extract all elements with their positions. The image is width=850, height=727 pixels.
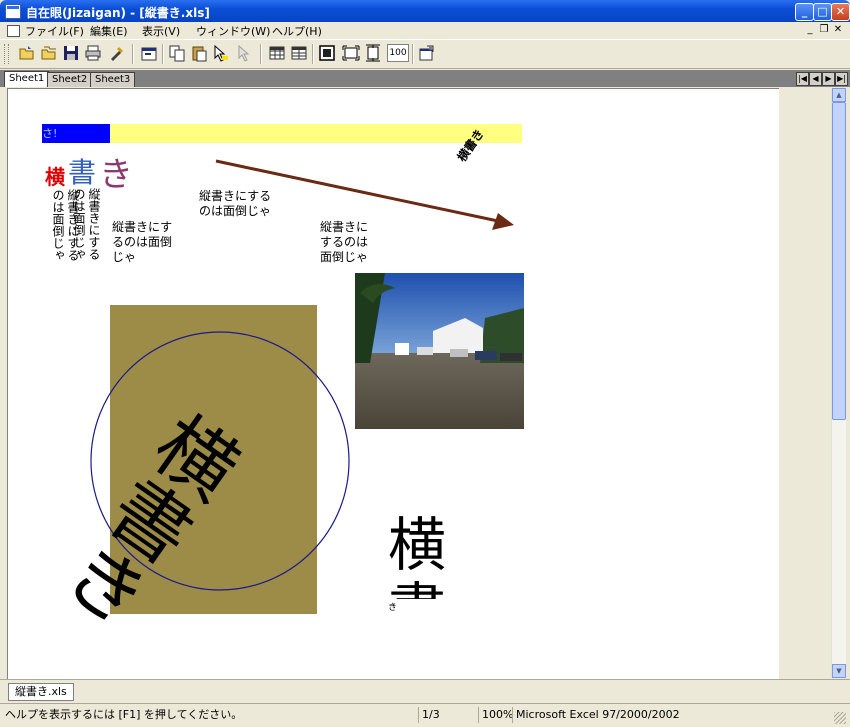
scroll-thumb[interactable]	[832, 102, 846, 420]
fit-page-icon[interactable]	[318, 44, 336, 62]
tools-icon[interactable]	[108, 44, 126, 62]
close-button[interactable]: ✕	[831, 3, 850, 21]
big-char-partial: 書	[388, 579, 446, 599]
heading-char-3: き	[99, 155, 133, 195]
menu-view[interactable]: 表示(V)	[142, 23, 180, 39]
menu-file[interactable]: ファイル(F)	[25, 23, 84, 39]
tab-sheet2[interactable]: Sheet2	[47, 72, 93, 87]
first-tab-button[interactable]: |◀	[796, 72, 809, 86]
maximize-button[interactable]: □	[813, 3, 832, 21]
file-tab[interactable]: 縦書き.xls	[8, 683, 74, 701]
banner-blue-cell: さ!	[42, 124, 110, 143]
scroll-down-button[interactable]: ▼	[832, 664, 846, 678]
file-tab-bar: 縦書き.xls	[0, 679, 850, 702]
toolbar-separator	[132, 44, 134, 64]
last-tab-button[interactable]: ▶|	[835, 72, 848, 86]
properties-icon[interactable]	[418, 44, 436, 62]
status-zoom: 100%	[478, 707, 513, 723]
scroll-up-button[interactable]: ▲	[832, 88, 846, 102]
sheet-canvas[interactable]: さ! 横 書 き 縦書きにするのは面倒じゃ 縦書きにする のは面倒じゃ 縦書きに…	[7, 88, 779, 679]
open-folder-icon[interactable]	[18, 44, 36, 62]
status-format: Microsoft Excel 97/2000/2002	[512, 707, 816, 723]
table-icon[interactable]	[290, 44, 308, 62]
menu-edit[interactable]: 編集(E)	[90, 23, 128, 39]
tab-sheet3[interactable]: Sheet3	[90, 72, 136, 87]
app-icon[interactable]	[5, 4, 21, 19]
prev-tab-button[interactable]: ◀	[809, 72, 822, 86]
print-icon[interactable]	[84, 44, 102, 62]
save-icon[interactable]	[62, 44, 80, 62]
menu-window[interactable]: ウィンドウ(W)	[196, 23, 270, 39]
tiny-char: き	[388, 603, 398, 613]
vertical-text-2: 縦書きにするのは面倒じゃ	[72, 188, 101, 260]
window-icon[interactable]	[140, 44, 158, 62]
mdi-restore-button[interactable]: ❐	[818, 24, 830, 36]
window-title: 自在眼(Jizaigan) - [縦書き.xls]	[26, 6, 210, 20]
toolbar-separator	[162, 44, 164, 64]
grid-icon[interactable]	[268, 44, 286, 62]
toolbar: 100	[0, 39, 850, 69]
mdi-minimize-button[interactable]: _	[804, 24, 816, 36]
select-pointer-icon[interactable]	[212, 44, 230, 62]
fit-height-icon[interactable]	[364, 44, 382, 62]
banner-yellow-cell	[110, 124, 522, 143]
vertical-scrollbar[interactable]: ▲ ▼	[831, 88, 846, 678]
open-multiple-icon[interactable]	[40, 44, 58, 62]
resize-grip[interactable]	[834, 712, 846, 724]
minimize-button[interactable]: _	[795, 3, 814, 21]
zoom-100-button[interactable]: 100	[387, 44, 409, 62]
status-page: 1/3	[418, 707, 478, 723]
paste-icon[interactable]	[190, 44, 208, 62]
status-bar: ヘルプを表示するには [F1] を押してください。 1/3 100% Micro…	[0, 703, 850, 727]
title-bar: 自在眼(Jizaigan) - [縦書き.xls] _ □ ✕	[0, 0, 850, 22]
fit-width-icon[interactable]	[342, 44, 360, 62]
tab-sheet1[interactable]: Sheet1	[4, 71, 50, 87]
mdi-close-button[interactable]: ✕	[832, 24, 844, 36]
copy-icon[interactable]	[168, 44, 186, 62]
menu-help[interactable]: ヘルプ(H)	[272, 23, 322, 39]
toolbar-separator	[312, 44, 314, 64]
menu-bar: ファイル(F) 編集(E) 表示(V) ウィンドウ(W) ヘルプ(H) _ ❐ …	[0, 22, 850, 38]
heading-char-1: 横	[45, 165, 65, 189]
heading-char-2: 書	[68, 156, 97, 189]
rotated-big-text-wrap: 横書き	[43, 379, 338, 637]
text-block-2: 縦書きにす るのは面倒 じゃ	[112, 220, 173, 264]
toolbar-separator	[260, 44, 262, 64]
next-tab-button[interactable]: ▶	[822, 72, 835, 86]
toolbar-grip[interactable]	[4, 44, 9, 64]
photo-image	[355, 273, 524, 429]
sheet-tab-strip: Sheet1 Sheet2 Sheet3 |◀ ◀ ▶ ▶|	[0, 70, 850, 87]
document-icon[interactable]	[7, 25, 20, 37]
status-help-text: ヘルプを表示するには [F1] を押してください。	[5, 708, 243, 721]
toolbar-separator	[412, 44, 414, 64]
diagonal-arrow	[215, 159, 514, 230]
big-char-partial-wrap: 書	[386, 579, 450, 599]
pointer-disabled-icon[interactable]	[236, 44, 254, 62]
big-char: 横	[388, 511, 447, 579]
